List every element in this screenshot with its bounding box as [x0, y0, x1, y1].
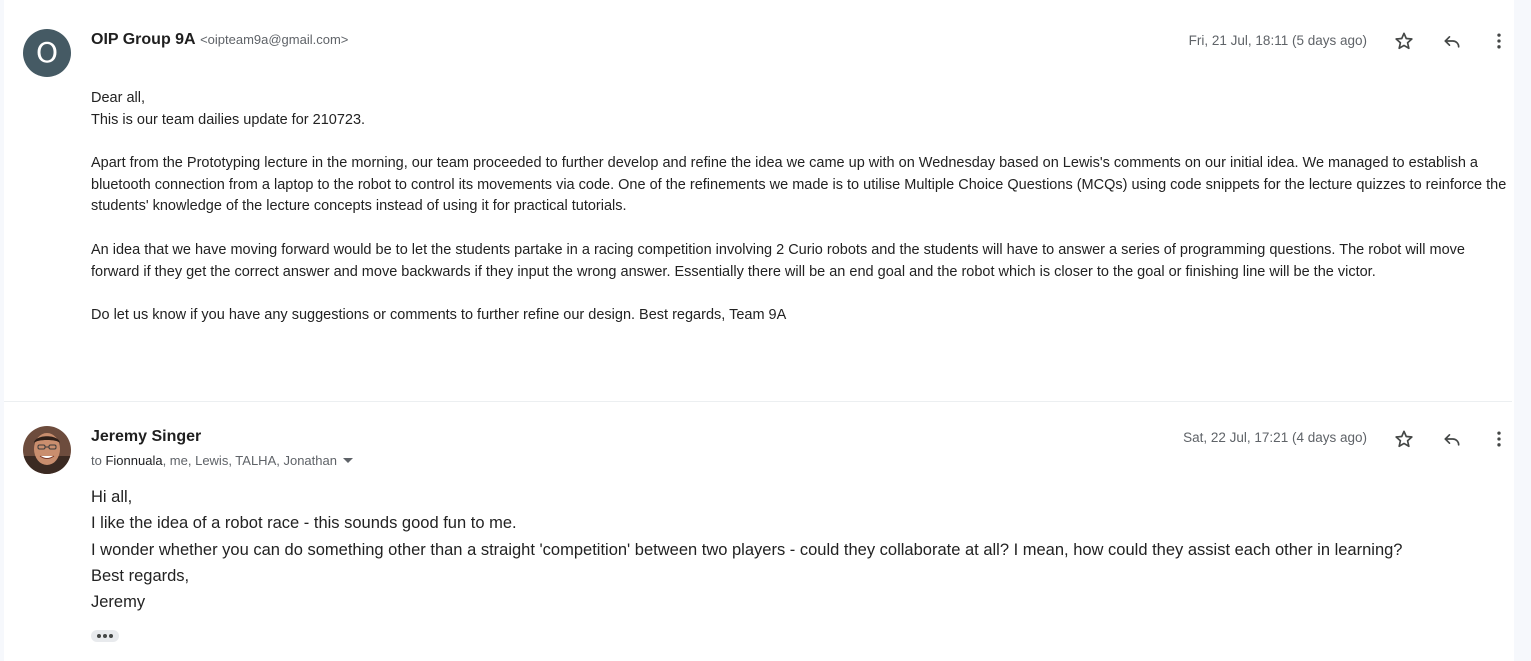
message-date[interactable]: Sat, 22 Jul, 17:21 (4 days ago) — [1183, 430, 1367, 445]
closing-line: Do let us know if you have any suggestio… — [91, 307, 787, 324]
chevron-down-icon[interactable] — [342, 458, 353, 463]
body-line: I like the idea of a robot race - this s… — [91, 514, 517, 533]
reply-icon — [1444, 434, 1460, 446]
sender-name[interactable]: Jeremy Singer — [91, 428, 201, 446]
intro-line: This is our team dailies update for 2107… — [91, 111, 366, 128]
right-rail — [1514, 0, 1531, 661]
greeting-line: Dear all, — [91, 90, 145, 106]
sender-avatar[interactable] — [23, 426, 71, 474]
show-trimmed-content-button[interactable] — [91, 630, 119, 642]
sender-line: OIP Group 9A <oipteam9a@gmail.com> — [91, 31, 348, 49]
avatar-photo-icon — [23, 426, 71, 474]
reply-button[interactable] — [1438, 425, 1466, 453]
star-icon — [1395, 430, 1413, 448]
sender-email[interactable]: <oipteam9a@gmail.com> — [200, 32, 348, 47]
body-paragraph: Apart from the Prototyping lecture in th… — [91, 155, 1507, 215]
star-button[interactable] — [1390, 425, 1418, 453]
star-icon — [1395, 32, 1413, 50]
signoff-line: Best regards, — [91, 566, 190, 585]
message-jeremy-singer[interactable]: Jeremy Singer to Fionnuala , me, Lewis, … — [4, 402, 1512, 661]
message-body: Hi all, I like the idea of a robot race … — [91, 484, 1509, 615]
more-vert-icon — [1497, 33, 1501, 49]
signature-line: Jeremy — [91, 593, 146, 612]
message-body: Dear all, This is our team dailies updat… — [91, 88, 1509, 327]
greeting-line: Hi all, — [91, 488, 133, 506]
recipients-rest: , me, Lewis, TALHA, Jonathan — [162, 453, 337, 468]
body-line: I wonder whether you can do something ot… — [91, 540, 1403, 559]
reply-icon — [1444, 36, 1460, 48]
email-thread: O OIP Group 9A <oipteam9a@gmail.com> Fri… — [0, 0, 1531, 661]
more-vert-icon — [1497, 431, 1501, 447]
recipient-first: Fionnuala — [105, 453, 163, 468]
body-paragraph: An idea that we have moving forward woul… — [91, 241, 1465, 280]
more-options-button[interactable] — [1485, 27, 1513, 55]
recipients-prefix: to — [91, 453, 102, 468]
message-oip-group[interactable]: O OIP Group 9A <oipteam9a@gmail.com> Fri… — [4, 0, 1512, 401]
star-button[interactable] — [1390, 27, 1418, 55]
message-date[interactable]: Fri, 21 Jul, 18:11 (5 days ago) — [1189, 33, 1367, 48]
reply-button[interactable] — [1438, 27, 1466, 55]
sender-name[interactable]: OIP Group 9A — [91, 31, 196, 48]
sender-avatar[interactable]: O — [23, 29, 71, 77]
more-options-button[interactable] — [1485, 425, 1513, 453]
more-horiz-icon — [97, 634, 101, 638]
recipients-line[interactable]: to Fionnuala , me, Lewis, TALHA, Jonatha… — [91, 453, 353, 468]
